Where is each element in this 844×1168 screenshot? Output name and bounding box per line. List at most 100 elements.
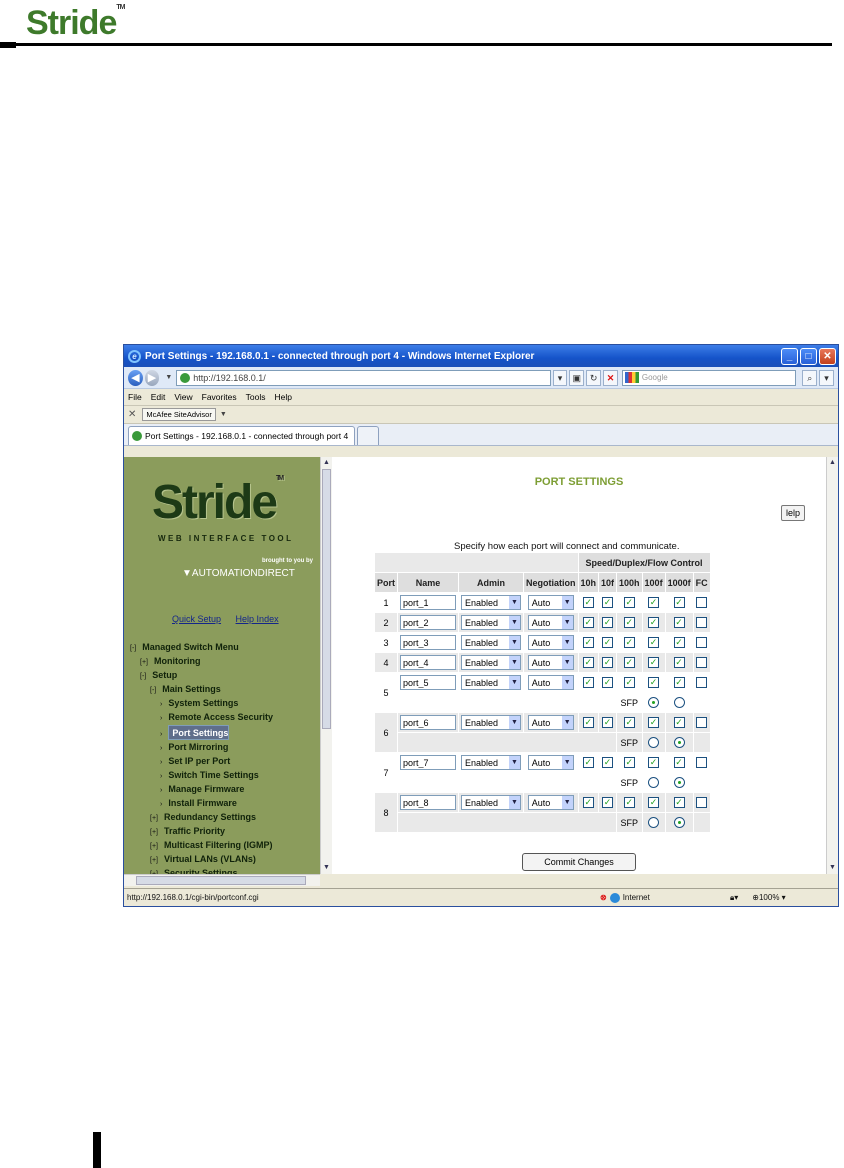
speed-10h-checkbox[interactable]: ✓: [582, 617, 594, 629]
minimize-button[interactable]: _: [781, 347, 798, 365]
menu-view[interactable]: View: [174, 392, 192, 402]
speed-100h-checkbox[interactable]: ✓: [623, 717, 635, 729]
admin-select[interactable]: Enabled ▼: [461, 795, 521, 810]
speed-10f-checkbox[interactable]: ✓: [602, 797, 614, 809]
port-name-input[interactable]: [400, 675, 456, 690]
menu-tree-item[interactable]: › System Settings: [130, 697, 273, 711]
speed-1000f-checkbox[interactable]: ✓: [673, 677, 685, 689]
speed-100h-checkbox[interactable]: ✓: [623, 657, 635, 669]
port-name-input[interactable]: [400, 715, 456, 730]
admin-select[interactable]: Enabled ▼: [461, 655, 521, 670]
menu-tree-item[interactable]: › Port Settings: [130, 725, 273, 741]
negotiation-select[interactable]: Auto ▼: [527, 675, 574, 690]
menu-tree-item[interactable]: [+] Redundancy Settings: [130, 811, 273, 825]
lock-icon[interactable]: 🔒︎▾: [730, 893, 738, 903]
speed-1000f-checkbox[interactable]: ✓: [673, 717, 685, 729]
main-scroll-down-icon[interactable]: ▼: [827, 862, 838, 873]
admin-select[interactable]: Enabled ▼: [461, 715, 521, 730]
menu-help[interactable]: Help: [274, 392, 291, 402]
expand-toggle-icon[interactable]: [+]: [150, 815, 158, 822]
menu-tree-item[interactable]: [-] Setup: [130, 669, 273, 683]
speed-100f-checkbox[interactable]: ✓: [648, 597, 660, 609]
expand-toggle-icon[interactable]: [+]: [150, 857, 158, 864]
menu-tree-item[interactable]: › Port Mirroring: [130, 741, 273, 755]
speed-10h-checkbox[interactable]: ✓: [582, 717, 594, 729]
dropdown-arrow-icon[interactable]: ▼: [509, 676, 520, 689]
negotiation-select[interactable]: Auto ▼: [527, 635, 574, 650]
speed-1000f-checkbox[interactable]: ✓: [673, 637, 685, 649]
dropdown-arrow-icon[interactable]: ▼: [561, 716, 573, 729]
port-name-input[interactable]: [400, 615, 456, 630]
dropdown-arrow-icon[interactable]: ▼: [561, 596, 573, 609]
address-dropdown-button[interactable]: ▾: [552, 369, 568, 386]
flow-control-checkbox[interactable]: [696, 757, 708, 769]
speed-10f-checkbox[interactable]: ✓: [602, 597, 614, 609]
main-scroll-up-icon[interactable]: ▲: [827, 457, 838, 468]
dropdown-arrow-icon[interactable]: ▼: [509, 656, 520, 669]
stop-icon[interactable]: ✕: [603, 369, 618, 386]
scroll-down-icon[interactable]: ▼: [321, 862, 332, 873]
dropdown-arrow-icon[interactable]: ▼: [561, 636, 573, 649]
help-button[interactable]: lelp: [781, 505, 805, 521]
speed-100f-checkbox[interactable]: ✓: [648, 797, 660, 809]
menu-file[interactable]: File: [128, 392, 142, 402]
flow-control-checkbox[interactable]: [696, 657, 708, 669]
negotiation-select[interactable]: Auto ▼: [527, 615, 574, 630]
speed-100h-checkbox[interactable]: ✓: [623, 757, 635, 769]
speed-100f-checkbox[interactable]: ✓: [648, 617, 660, 629]
compatibility-icon[interactable]: ▣: [569, 369, 585, 386]
speed-10h-checkbox[interactable]: ✓: [582, 677, 594, 689]
admin-select[interactable]: Enabled ▼: [461, 595, 521, 610]
admin-select[interactable]: Enabled ▼: [461, 755, 521, 770]
sfp-1000f-radio[interactable]: [673, 737, 685, 749]
menu-tree-item[interactable]: › Switch Time Settings: [130, 769, 273, 783]
sfp-100f-radio[interactable]: [648, 817, 660, 829]
sfp-1000f-radio[interactable]: [673, 817, 685, 829]
sfp-100f-radio[interactable]: [648, 777, 660, 789]
zoom-control[interactable]: ⊕100% ▾: [752, 893, 785, 902]
sidebar-horizontal-scrollbar[interactable]: [124, 874, 320, 886]
help-index-link[interactable]: Help Index: [236, 614, 279, 624]
flow-control-checkbox[interactable]: [696, 617, 708, 629]
mcafee-siteadvisor-button[interactable]: McAfee SiteAdvisor: [142, 408, 216, 421]
speed-100h-checkbox[interactable]: ✓: [623, 597, 635, 609]
negotiation-select[interactable]: Auto ▼: [527, 715, 574, 730]
menu-tree-item[interactable]: [+] Security Settings: [130, 867, 273, 875]
speed-100f-checkbox[interactable]: ✓: [648, 677, 660, 689]
menu-tree-item[interactable]: › Manage Firmware: [130, 783, 273, 797]
menu-tree-item[interactable]: [+] Virtual LANs (VLANs): [130, 853, 273, 867]
port-name-input[interactable]: [400, 655, 456, 670]
speed-1000f-checkbox[interactable]: ✓: [673, 757, 685, 769]
port-name-input[interactable]: [400, 595, 456, 610]
expand-toggle-icon[interactable]: [+]: [150, 829, 158, 836]
dropdown-arrow-icon[interactable]: ▼: [561, 756, 573, 769]
port-name-input[interactable]: [400, 795, 456, 810]
dropdown-arrow-icon[interactable]: ▼: [509, 616, 520, 629]
negotiation-select[interactable]: Auto ▼: [527, 755, 574, 770]
speed-100f-checkbox[interactable]: ✓: [648, 637, 660, 649]
search-icon[interactable]: ⌕: [802, 369, 818, 386]
dropdown-arrow-icon[interactable]: ▼: [509, 796, 520, 809]
title-bar[interactable]: e Port Settings - 192.168.0.1 - connecte…: [124, 345, 838, 367]
refresh-icon[interactable]: ↻: [586, 369, 602, 386]
menu-edit[interactable]: Edit: [151, 392, 166, 402]
main-scrollbar[interactable]: ▲ ▼: [826, 457, 838, 874]
menu-tree-item[interactable]: › Set IP per Port: [130, 755, 273, 769]
dropdown-arrow-icon[interactable]: ▼: [561, 676, 573, 689]
menu-tools[interactable]: Tools: [246, 392, 266, 402]
expand-toggle-icon[interactable]: [+]: [140, 659, 148, 666]
horizontal-scrollbar-thumb[interactable]: [136, 876, 306, 885]
speed-10f-checkbox[interactable]: ✓: [602, 657, 614, 669]
close-button[interactable]: ✕: [819, 347, 836, 365]
speed-100h-checkbox[interactable]: ✓: [623, 677, 635, 689]
dropdown-arrow-icon[interactable]: ▼: [509, 756, 520, 769]
sfp-100f-radio[interactable]: [648, 697, 660, 709]
admin-select[interactable]: Enabled ▼: [461, 675, 521, 690]
negotiation-select[interactable]: Auto ▼: [527, 795, 574, 810]
forward-button[interactable]: ▶: [144, 369, 160, 386]
menu-tree-item[interactable]: [-] Managed Switch Menu: [130, 641, 273, 655]
menu-favorites[interactable]: Favorites: [202, 392, 237, 402]
speed-10f-checkbox[interactable]: ✓: [602, 757, 614, 769]
dropdown-arrow-icon[interactable]: ▼: [509, 636, 520, 649]
admin-select[interactable]: Enabled ▼: [461, 615, 521, 630]
